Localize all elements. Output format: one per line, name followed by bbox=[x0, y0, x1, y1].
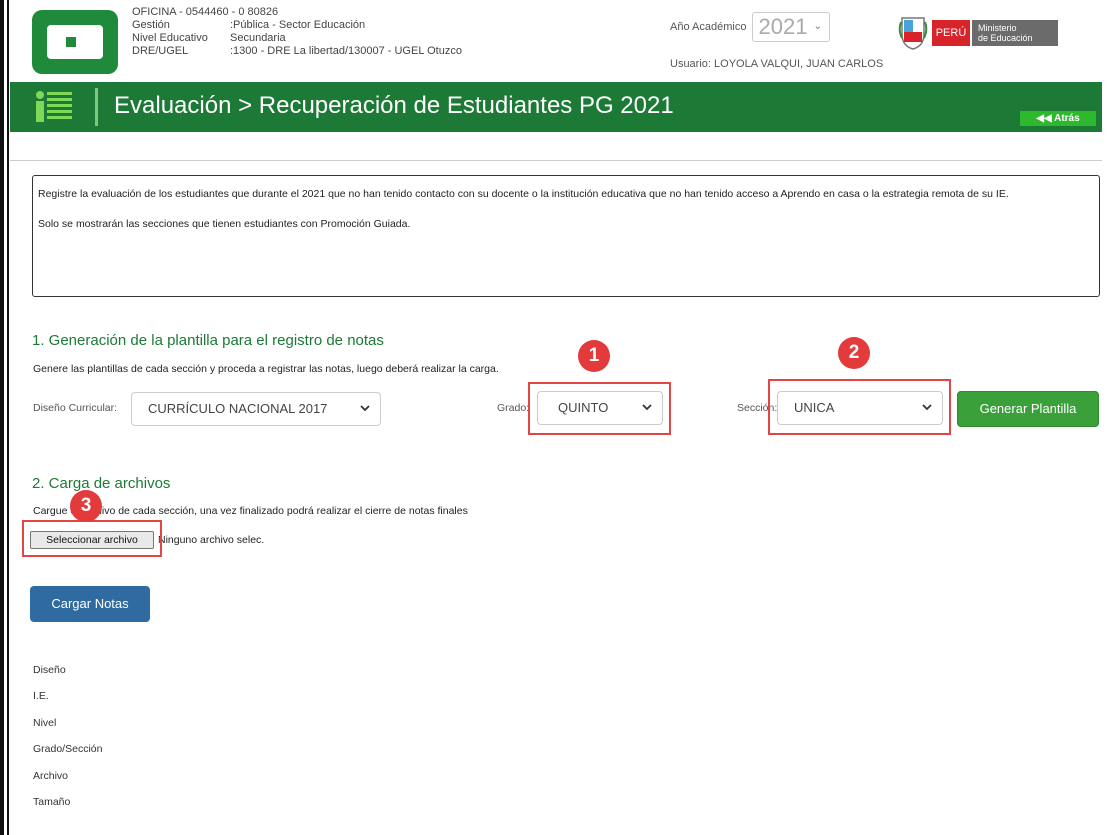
detail-size: Tamaño bbox=[33, 795, 71, 808]
user-info: Usuario: LOYOLA VALQUI, JUAN CARLOS bbox=[670, 58, 883, 70]
year-select[interactable]: 2021 ⌄ bbox=[751, 12, 830, 42]
step-badge-2: 2 bbox=[838, 337, 870, 369]
highlight-grade bbox=[528, 382, 671, 435]
ministry-name: Ministerio de Educación bbox=[972, 20, 1058, 46]
ministry-logo: PERÚ Ministerio de Educación bbox=[898, 12, 1058, 52]
detail-grade-section: Grado/Sección bbox=[33, 743, 103, 756]
office-info: OFICINA - 0544460 - 0 80826 Gestión :Públ… bbox=[132, 6, 462, 58]
user-name: LOYOLA VALQUI, JUAN CARLOS bbox=[714, 58, 884, 70]
step-badge-1: 1 bbox=[578, 340, 610, 372]
back-button[interactable]: ◀◀ Atrás bbox=[1020, 111, 1096, 126]
detail-file: Archivo bbox=[33, 769, 69, 782]
user-label: Usuario: bbox=[670, 58, 711, 70]
highlight-file bbox=[22, 520, 162, 557]
chevron-down-icon: ⌄ bbox=[813, 20, 823, 32]
detail-level: Nivel bbox=[33, 716, 57, 729]
peru-label: PERÚ bbox=[932, 20, 970, 46]
step-badge-3: 3 bbox=[70, 490, 102, 522]
coat-of-arms-icon bbox=[898, 17, 928, 50]
dre-value: :1300 - DRE La libertad/130007 - UGEL Ot… bbox=[230, 45, 462, 57]
curriculum-value: CURRÍCULO NACIONAL 2017 bbox=[148, 401, 328, 416]
detail-design: Diseño bbox=[33, 664, 66, 676]
generate-template-button[interactable]: Generar Plantilla bbox=[957, 391, 1099, 427]
left-border bbox=[0, 0, 4, 835]
instructions-paragraph-2: Solo se mostrarán las secciones que tien… bbox=[38, 218, 411, 230]
highlight-section bbox=[768, 379, 951, 435]
file-details: Diseño I.E. Nivel Grado/Sección Archivo … bbox=[33, 664, 102, 822]
upload-grades-button[interactable]: Cargar Notas bbox=[30, 586, 150, 622]
year-selector: Año Académico 2021 ⌄ bbox=[670, 12, 830, 42]
left-border-inner bbox=[7, 0, 9, 835]
double-left-arrow-icon: ◀◀ bbox=[1036, 113, 1052, 124]
curriculum-label: Diseño Curricular: bbox=[33, 402, 118, 414]
header: OFICINA - 0544460 - 0 80826 Gestión :Públ… bbox=[10, 0, 1112, 80]
curriculum-select[interactable]: CURRÍCULO NACIONAL 2017 bbox=[131, 392, 381, 426]
nivel-value: Secundaria bbox=[230, 32, 286, 44]
section1-title: 1. Generación de la plantilla para el re… bbox=[32, 332, 384, 349]
ministry-line2: de Educación bbox=[978, 33, 1033, 43]
ministry-line1: Ministerio bbox=[978, 23, 1017, 33]
title-bar: Evaluación > Recuperación de Estudiantes… bbox=[10, 82, 1102, 132]
page-title: Evaluación > Recuperación de Estudiantes… bbox=[114, 92, 674, 119]
year-label: Año Académico bbox=[670, 20, 747, 33]
gestion-label: Gestión bbox=[132, 19, 170, 31]
year-value: 2021 bbox=[758, 14, 808, 39]
instructions-box: Registre la evaluación de los estudiante… bbox=[32, 175, 1100, 297]
section2-title: 2. Carga de archivos bbox=[32, 475, 171, 492]
chevron-down-icon bbox=[360, 405, 370, 412]
office-line: OFICINA - 0544460 - 0 80826 bbox=[132, 6, 279, 18]
app-logo bbox=[32, 10, 118, 74]
back-label: Atrás bbox=[1054, 113, 1080, 124]
file-status: Ninguno archivo selec. bbox=[158, 534, 265, 546]
gestion-value: :Pública - Sector Educación bbox=[230, 19, 366, 31]
section1-description: Genere las plantillas de cada sección y … bbox=[33, 363, 499, 375]
grade-label: Grado: bbox=[497, 402, 530, 414]
instructions-paragraph-1: Registre la evaluación de los estudiante… bbox=[38, 188, 1009, 200]
nivel-label: Nivel Educativo bbox=[132, 32, 208, 44]
dre-label: DRE/UGEL bbox=[132, 45, 189, 57]
title-separator bbox=[95, 88, 98, 126]
list-icon bbox=[36, 91, 72, 122]
detail-ie: I.E. bbox=[33, 690, 49, 703]
divider bbox=[10, 160, 1102, 161]
